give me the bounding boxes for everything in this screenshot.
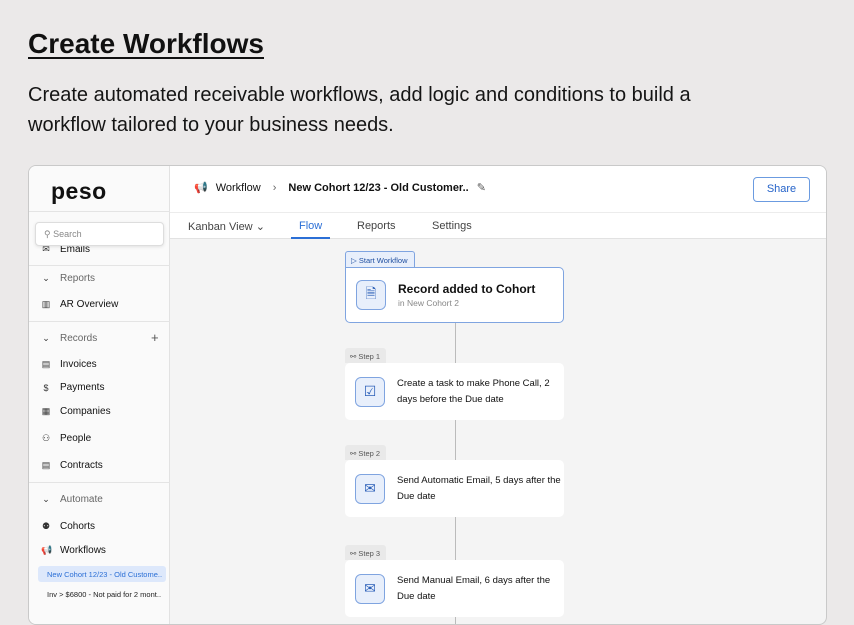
label: Companies xyxy=(60,406,111,417)
label: Records xyxy=(60,333,98,344)
label: Reports xyxy=(60,273,96,284)
sidebar-item-workflows[interactable]: 📢 Workflows xyxy=(41,545,106,556)
label: Payments xyxy=(60,382,105,393)
section-automate[interactable]: ⌄ Automate xyxy=(41,494,103,505)
label: Step 1 xyxy=(358,352,381,361)
page-subtitle: Create automated receivable workflows, a… xyxy=(28,84,691,136)
section-records[interactable]: ⌄ Records xyxy=(41,333,97,344)
page-title: Create Workflows xyxy=(28,28,264,59)
step-label: ⚯ Step 3 xyxy=(345,545,387,560)
search-input[interactable]: ⚲ Search xyxy=(35,222,164,246)
step-text: Send Automatic Email, 5 days after the D… xyxy=(397,474,561,502)
checklist-icon: ☑ xyxy=(355,376,385,407)
label: Start Workflow xyxy=(358,256,408,265)
label: People xyxy=(60,433,92,444)
sidebar-item-invoices[interactable]: ▤ Invoices xyxy=(41,359,97,370)
logo: peso xyxy=(51,178,107,204)
trigger-card[interactable]: 🗎 Record added to Cohort in New Cohort 2 xyxy=(345,267,564,323)
search-icon: ⚲ xyxy=(44,229,51,239)
section-reports[interactable]: ⌄ Reports xyxy=(41,273,95,284)
mail-icon: ✉ xyxy=(355,573,385,604)
label: Kanban View xyxy=(188,221,253,233)
document-add-icon: 🗎 xyxy=(356,280,386,310)
sidebar-item-contracts[interactable]: ▤ Contracts xyxy=(41,460,103,471)
branch-icon: ⚯ xyxy=(350,449,357,458)
dollar-icon: $ xyxy=(43,382,49,393)
chevron-down-icon: ⌄ xyxy=(255,221,265,233)
workflow-item-active[interactable]: New Cohort 12/23 - Old Custome.. xyxy=(38,566,166,582)
label: Step 3 xyxy=(358,549,381,558)
sidebar: peso ⚲ Search ✉ Emails ⌄ Reports ▥ AR Overv… xyxy=(29,166,170,624)
sidebar-item-payments[interactable]: $ Payments xyxy=(41,382,104,393)
header: 📢 Workflow › New Cohort 12/23 - Old Cust… xyxy=(170,166,826,239)
breadcrumb-workflow[interactable]: Workflow xyxy=(216,182,261,194)
bar-chart-icon: ▥ xyxy=(41,299,51,309)
chevron-down-icon: ⌄ xyxy=(42,273,50,283)
sidebar-item-people[interactable]: ⚇ People xyxy=(41,433,91,444)
tab-settings[interactable]: Settings xyxy=(432,220,472,232)
breadcrumb-separator: › xyxy=(272,181,277,194)
start-workflow-label: ▷ Start Workflow xyxy=(345,251,415,267)
label: Step 2 xyxy=(358,449,381,458)
megaphone-icon: 📢 xyxy=(194,182,208,194)
step-card[interactable]: ☑ Create a task to make Phone Call, 2 day… xyxy=(345,363,564,420)
building-icon: ▦ xyxy=(41,406,51,416)
cohort-icon: ⚉ xyxy=(41,521,51,531)
sidebar-item-companies[interactable]: ▦ Companies xyxy=(41,406,111,417)
label: Cohorts xyxy=(60,521,96,532)
label: AR Overview xyxy=(60,299,119,310)
sidebar-item-cohorts[interactable]: ⚉ Cohorts xyxy=(41,521,95,532)
step-card[interactable]: ✉ Send Manual Email, 6 days after the Due… xyxy=(345,560,564,617)
breadcrumb-current: New Cohort 12/23 - Old Customer.. xyxy=(288,181,469,194)
play-icon: ▷ xyxy=(351,256,357,265)
label: Invoices xyxy=(60,359,97,370)
step-text: Create a task to make Phone Call, 2 days… xyxy=(397,377,550,405)
add-record-button[interactable]: + xyxy=(151,330,159,345)
invoice-icon: ▤ xyxy=(41,359,51,369)
step-label: ⚯ Step 1 xyxy=(345,348,387,363)
label: Workflows xyxy=(60,545,106,556)
chevron-down-icon: ⌄ xyxy=(42,494,50,504)
branch-icon: ⚯ xyxy=(350,352,357,361)
pencil-icon[interactable]: ✎ xyxy=(477,181,486,194)
chevron-down-icon: ⌄ xyxy=(42,333,50,343)
step-card[interactable]: ✉ Send Automatic Email, 5 days after the … xyxy=(345,460,564,517)
contract-icon: ▤ xyxy=(41,460,51,470)
tab-flow[interactable]: Flow xyxy=(291,220,331,239)
search-placeholder: Search xyxy=(53,229,82,239)
trigger-title: Record added to Cohort xyxy=(398,282,536,296)
tab-kanban-view[interactable]: Kanban View ⌄ xyxy=(188,220,265,233)
share-button[interactable]: Share xyxy=(753,177,810,202)
label: Automate xyxy=(60,494,103,505)
sidebar-item-ar-overview[interactable]: ▥ AR Overview xyxy=(41,299,119,310)
tab-reports[interactable]: Reports xyxy=(357,220,396,232)
step-label: ⚯ Step 2 xyxy=(345,445,387,460)
label: Contracts xyxy=(60,460,103,471)
branch-icon: ⚯ xyxy=(350,549,357,558)
trigger-subtitle: in New Cohort 2 xyxy=(398,298,459,308)
breadcrumb: 📢 Workflow › New Cohort 12/23 - Old Cust… xyxy=(194,181,486,195)
app-window: peso ⚲ Search ✉ Emails ⌄ Reports ▥ AR Overv… xyxy=(28,165,827,625)
mail-icon: ✉ xyxy=(355,473,385,504)
megaphone-icon: 📢 xyxy=(41,545,53,555)
people-icon: ⚇ xyxy=(41,433,51,443)
